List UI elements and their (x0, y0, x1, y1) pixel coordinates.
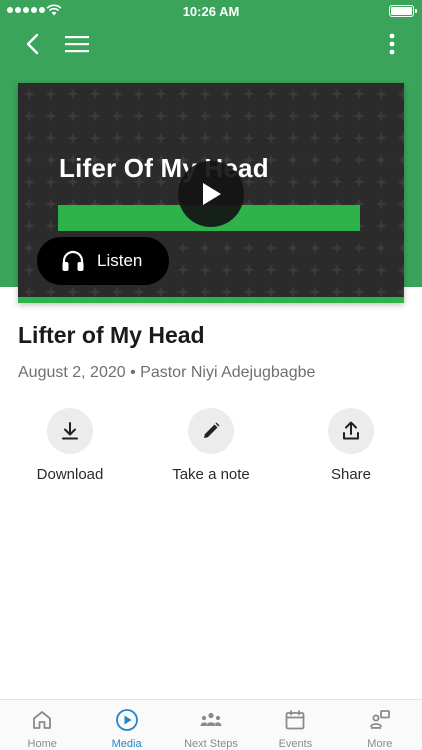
status-time: 10:26 AM (182, 4, 240, 19)
tab-media[interactable]: Media (84, 700, 168, 750)
take-note-button[interactable]: Take a note (151, 408, 271, 483)
play-circle-icon (115, 709, 138, 731)
tab-bar: Home Media Next Steps Events More (0, 699, 422, 750)
people-icon (200, 712, 222, 726)
share-button[interactable]: Share (291, 408, 411, 483)
listen-label: Listen (97, 251, 143, 270)
tab-more-label: More (367, 738, 393, 750)
pencil-icon (204, 422, 220, 438)
tab-next-steps-label: Next Steps (184, 738, 238, 750)
status-bar: 10:26 AM (0, 0, 422, 24)
share-label: Share (330, 466, 372, 483)
battery-icon (389, 5, 417, 17)
take-note-label: Take a note (172, 466, 250, 483)
media-date: August 2, 2020 (18, 364, 126, 381)
hamburger-icon (65, 36, 89, 53)
menu-button[interactable] (62, 30, 92, 58)
media-title: Lifter of My Head (18, 322, 205, 348)
tab-media-label: Media (111, 738, 142, 750)
media-speaker: Pastor Niyi Adejugbagbe (140, 364, 316, 381)
play-icon (203, 183, 221, 205)
download-circle (47, 408, 93, 454)
media-artwork-card[interactable]: Lifer Of My Head Listen (18, 83, 404, 303)
artwork-bottom-bar (18, 297, 404, 303)
back-button[interactable] (18, 30, 46, 58)
meta-separator: • (130, 364, 136, 381)
calendar-icon (286, 710, 305, 730)
note-circle (188, 408, 234, 454)
tab-home-label: Home (27, 738, 57, 750)
overflow-menu-button[interactable] (382, 30, 402, 58)
more-grid-icon (369, 710, 390, 729)
download-button[interactable]: Download (10, 408, 130, 483)
listen-button[interactable]: Listen (37, 237, 169, 285)
share-icon (343, 421, 359, 440)
vertical-dots-icon (389, 33, 395, 55)
share-circle (328, 408, 374, 454)
home-icon (33, 711, 52, 729)
play-button[interactable] (178, 161, 244, 227)
tab-events[interactable]: Events (253, 700, 337, 750)
tab-next-steps[interactable]: Next Steps (169, 700, 253, 750)
tab-events-label: Events (278, 738, 313, 750)
tab-more[interactable]: More (338, 700, 422, 750)
download-icon (62, 422, 78, 440)
headphones-icon (62, 250, 84, 271)
download-label: Download (36, 466, 104, 483)
tab-home[interactable]: Home (0, 700, 84, 750)
chevron-left-icon (26, 33, 39, 55)
media-meta: August 2, 2020 • Pastor Niyi Adejugbagbe (18, 364, 315, 382)
